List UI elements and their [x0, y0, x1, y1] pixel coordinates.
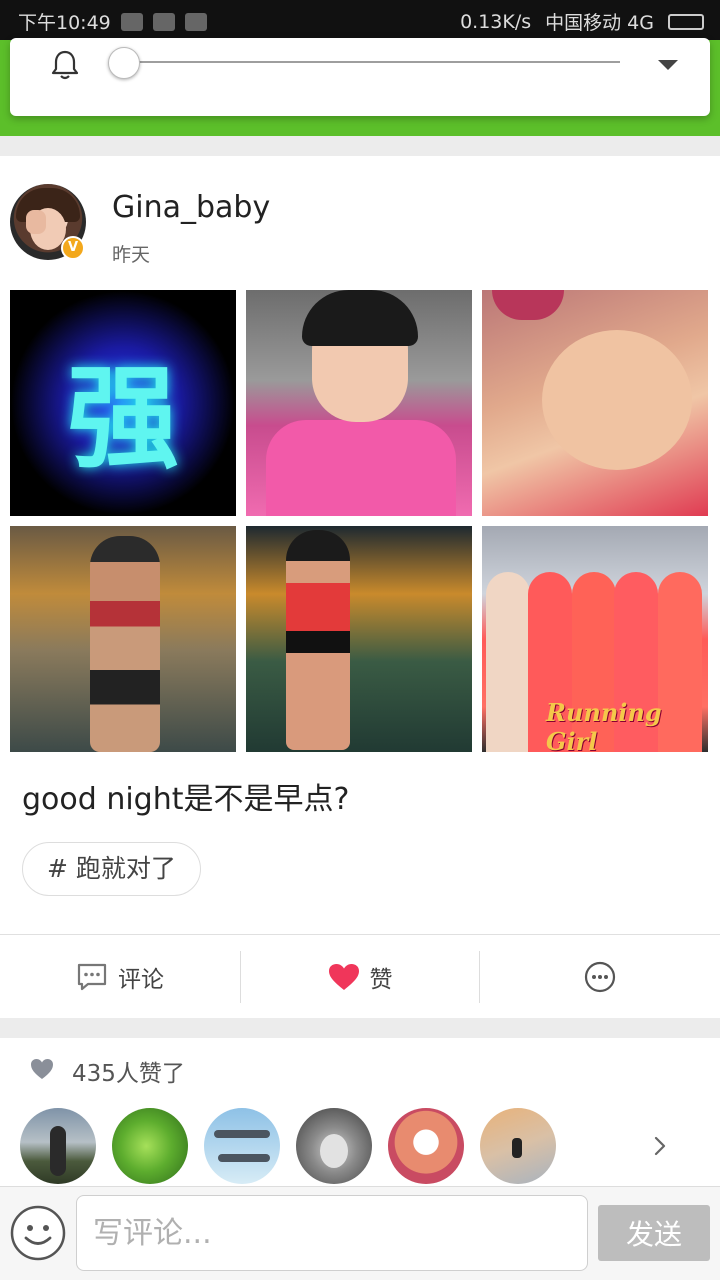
volume-slider-handle[interactable]: [108, 47, 140, 79]
volume-slider-track[interactable]: [114, 61, 620, 63]
likes-count: 435人赞了: [72, 1061, 185, 1087]
chevron-right-icon[interactable]: [650, 1132, 670, 1160]
star-hands-avatar[interactable]: [388, 1108, 464, 1184]
post-text: good night是不是早点?: [22, 782, 350, 817]
strong-glyph-image[interactable]: 强: [10, 290, 236, 516]
send-button[interactable]: 发送: [598, 1205, 710, 1261]
jets-avatar[interactable]: [204, 1108, 280, 1184]
comment-label: 评论: [118, 967, 164, 993]
post-card: V Gina_baby 昨天 强 Running Girl good night…: [0, 156, 720, 1018]
verified-badge: V: [61, 236, 85, 260]
volume-panel: [10, 38, 710, 116]
comment-bar: 发送: [0, 1186, 720, 1280]
heart-icon: [31, 1059, 53, 1079]
emoji-icon[interactable]: [10, 1205, 66, 1261]
status-bar: 下午10:49 0.13K/s 中国移动 4G: [0, 0, 720, 40]
photo-caption: 强: [67, 354, 179, 484]
battery-icon: [668, 13, 704, 30]
heart-icon: [328, 964, 359, 990]
green-leaf-avatar[interactable]: [112, 1108, 188, 1184]
more-button[interactable]: [480, 935, 720, 1019]
gym-mirror-selfie-image[interactable]: [10, 526, 236, 752]
bell-icon[interactable]: [48, 48, 82, 82]
carrier-label: 中国移动 4G: [545, 12, 654, 34]
like-label: 赞: [369, 967, 393, 993]
more-icon: [584, 961, 616, 993]
status-time: 下午10:49: [18, 12, 111, 34]
running-girl-group-image[interactable]: Running Girl: [482, 526, 708, 752]
post-time: 昨天: [112, 244, 151, 266]
post-actions: 评论 赞: [0, 934, 720, 1018]
photo-grid: 强 Running Girl: [10, 290, 708, 752]
bw-portrait-avatar[interactable]: [296, 1108, 372, 1184]
author-name[interactable]: Gina_baby: [112, 190, 270, 225]
notification-icon: [152, 12, 175, 31]
network-speed: 0.13K/s: [460, 10, 532, 33]
sunset-jump-avatar[interactable]: [480, 1108, 556, 1184]
likes-section: 435人赞了: [0, 1038, 720, 1186]
necklace-closeup-image[interactable]: [482, 290, 708, 516]
person-outdoor-avatar[interactable]: [20, 1108, 96, 1184]
comment-input[interactable]: [76, 1195, 588, 1271]
selfie-pink-hoodie-image[interactable]: [246, 290, 472, 516]
like-button[interactable]: 赞: [241, 935, 479, 1019]
notification-icon: [184, 12, 207, 31]
photo-caption: Running Girl: [546, 698, 662, 752]
chevron-down-icon[interactable]: [656, 52, 680, 76]
comment-icon: [77, 963, 107, 991]
notification-icon: [120, 12, 143, 31]
gym-floor-selfie-image[interactable]: [246, 526, 472, 752]
comment-button[interactable]: 评论: [0, 935, 240, 1019]
topic-tag[interactable]: # 跑就对了: [22, 842, 201, 896]
